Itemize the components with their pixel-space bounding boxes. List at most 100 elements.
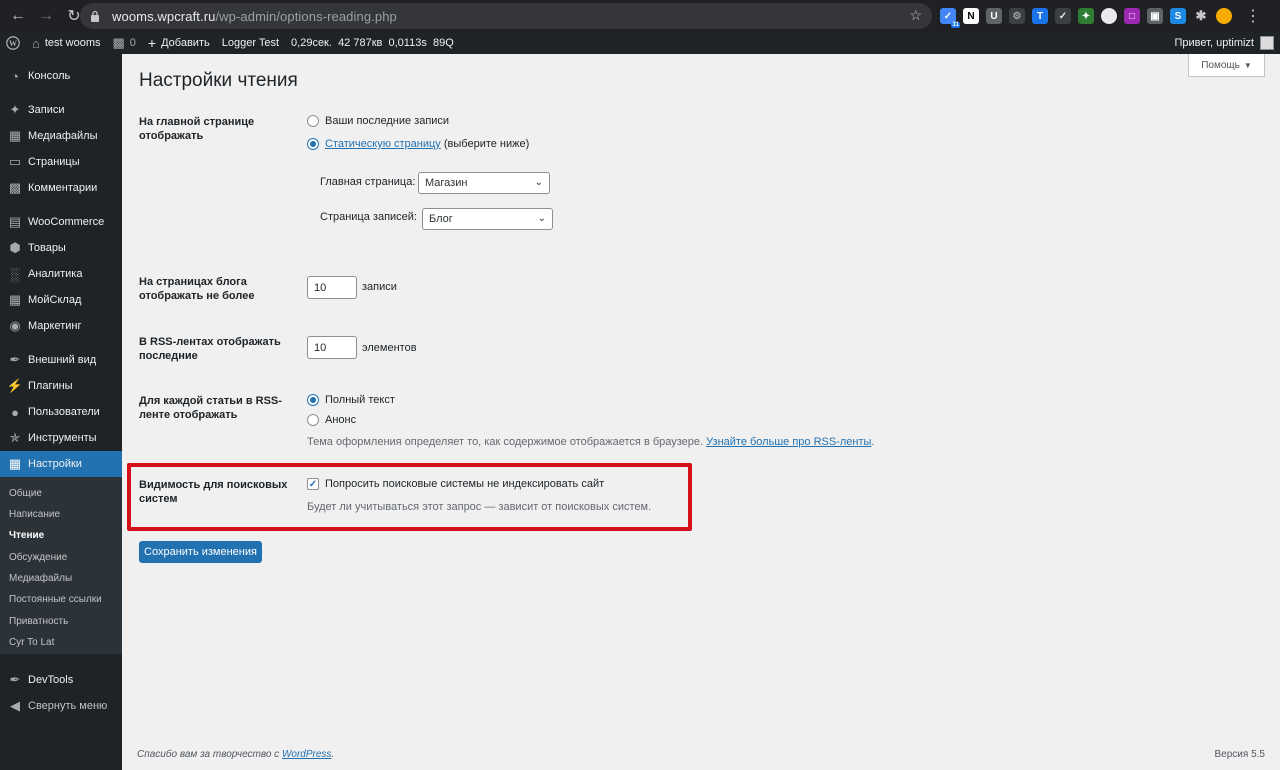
sidebar-item-moysklad[interactable]: ▦ МойСклад bbox=[0, 287, 122, 313]
rss-items-input[interactable]: 10 bbox=[307, 336, 357, 359]
grid-icon: ▦ bbox=[8, 292, 22, 307]
wp-admin-bar: W ⌂ test wooms ▩ 0 + Добавить Logger Test 0… bbox=[0, 32, 1280, 54]
puzzle-icon[interactable]: ✱ bbox=[1193, 8, 1209, 24]
submenu-general[interactable]: Общие bbox=[9, 488, 42, 499]
homepage-select[interactable]: Магазин ⌄ bbox=[418, 172, 550, 194]
latest-posts-label[interactable]: Ваши последние записи bbox=[325, 115, 449, 127]
sidebar-item-label: Плагины bbox=[28, 380, 73, 392]
static-page-link[interactable]: Статическую страницу bbox=[325, 138, 441, 150]
radio-full-text[interactable] bbox=[307, 394, 319, 406]
posts-per-page-input[interactable]: 10 bbox=[307, 276, 357, 299]
comments-link[interactable]: ▩ 0 bbox=[107, 32, 142, 54]
wrench-icon: ✯ bbox=[9, 430, 21, 445]
chevron-down-icon: ⌄ bbox=[537, 213, 546, 224]
browser-menu-icon[interactable]: ⋮ bbox=[1245, 6, 1261, 26]
save-changes-button[interactable]: Сохранить изменения bbox=[139, 541, 262, 563]
browser-toolbar: ← → ↻ wooms.wpcraft.ru/wp-admin/options-… bbox=[0, 0, 1280, 32]
woo-icon: ▤ bbox=[8, 214, 22, 229]
circle-extension-icon[interactable] bbox=[1101, 8, 1117, 24]
posts-page-select[interactable]: Блог ⌄ bbox=[422, 208, 553, 230]
visibility-note: Будет ли учитываться этот запрос — завис… bbox=[307, 501, 652, 513]
back-arrow-icon[interactable]: ← bbox=[6, 4, 30, 28]
sidebar-item-products[interactable]: ⬢ Товары bbox=[0, 235, 122, 261]
static-page-label[interactable]: Статическую страницу (выберите ниже) bbox=[325, 138, 529, 150]
excerpt-label[interactable]: Анонс bbox=[325, 414, 356, 426]
collapse-icon: ◀ bbox=[10, 698, 20, 713]
sidebar-item-dashboard[interactable]: ◔ Консоль bbox=[0, 63, 122, 89]
s-extension-icon[interactable]: S bbox=[1170, 8, 1186, 24]
extension-check-icon[interactable]: ✓ 31 bbox=[940, 8, 960, 28]
comment-bubble-icon: ▩ bbox=[112, 35, 125, 50]
notion-icon[interactable]: N bbox=[963, 8, 979, 24]
sidebar-item-label: Внешний вид bbox=[28, 354, 97, 366]
sidebar-item-plugins[interactable]: ⚡ Плагины bbox=[0, 373, 122, 399]
submenu-cyr-to-lat[interactable]: Cyr To Lat bbox=[9, 637, 54, 648]
forward-arrow-icon[interactable]: → bbox=[34, 4, 58, 28]
extension-badge: 31 bbox=[951, 22, 960, 28]
my-account-link[interactable]: Привет, uptimizt bbox=[1175, 32, 1274, 54]
rss-learn-more-link[interactable]: Узнайте больше про RSS-ленты bbox=[706, 436, 871, 448]
submenu-discussion[interactable]: Обсуждение bbox=[9, 552, 67, 563]
sidebar-item-pages[interactable]: ▭ Страницы bbox=[0, 149, 122, 175]
sidebar-item-label: Настройки bbox=[28, 458, 82, 470]
translate-icon[interactable]: T bbox=[1032, 8, 1048, 24]
window-extension-icon[interactable]: ▣ bbox=[1147, 8, 1163, 24]
submenu-writing[interactable]: Написание bbox=[9, 509, 60, 520]
logger-test-link[interactable]: Logger Test bbox=[216, 32, 285, 54]
admin-sidebar: ◔ Консоль ✦ Записи ▦ Медиафайлы ▭ Страницы ▩… bbox=[0, 54, 122, 770]
radio-static-page[interactable] bbox=[307, 138, 319, 150]
noindex-checkbox-label[interactable]: Попросить поисковые системы не индексиро… bbox=[325, 478, 604, 490]
submenu-media[interactable]: Медиафайлы bbox=[9, 573, 72, 584]
sidebar-item-settings[interactable]: ▦ Настройки bbox=[0, 451, 122, 477]
gear-extension-icon[interactable]: ⚙ bbox=[1009, 8, 1025, 24]
leaf-extension-icon[interactable]: ✦ bbox=[1078, 8, 1094, 24]
svg-text:W: W bbox=[9, 39, 17, 48]
sidebar-item-tools[interactable]: ✯ Инструменты bbox=[0, 425, 122, 451]
site-name-link[interactable]: ⌂ test wooms bbox=[26, 32, 107, 54]
sidebar-item-users[interactable]: ● Пользователи bbox=[0, 399, 122, 425]
wordpress-link[interactable]: WordPress bbox=[282, 749, 331, 760]
radio-excerpt[interactable] bbox=[307, 414, 319, 426]
url-text: wooms.wpcraft.ru/wp-admin/options-readin… bbox=[112, 8, 397, 24]
submenu-permalinks[interactable]: Постоянные ссылки bbox=[9, 594, 102, 605]
collapse-menu-button[interactable]: ◀ Свернуть меню bbox=[0, 693, 122, 719]
sidebar-item-devtools[interactable]: ✒ DevTools bbox=[0, 667, 122, 693]
help-label: Помощь bbox=[1201, 59, 1240, 71]
footer-thanks: Спасибо вам за творчество с WordPress. bbox=[137, 749, 334, 760]
pocket-icon[interactable]: ✓ bbox=[1055, 8, 1071, 24]
sidebar-item-marketing[interactable]: ◉ Маркетинг bbox=[0, 313, 122, 339]
site-name-label: test wooms bbox=[44, 37, 101, 49]
address-bar[interactable]: wooms.wpcraft.ru/wp-admin/options-readin… bbox=[80, 3, 932, 29]
rss-items-label: В RSS-лентах отображать последние bbox=[139, 336, 281, 362]
chart-icon: ░ bbox=[10, 266, 20, 282]
help-tab-button[interactable]: Помощь ▼ bbox=[1188, 54, 1265, 77]
add-new-link[interactable]: + Добавить bbox=[142, 32, 216, 54]
chat-extension-icon[interactable]: □ bbox=[1124, 8, 1140, 24]
noindex-checkbox[interactable]: ✓ bbox=[307, 478, 319, 490]
sidebar-item-comments[interactable]: ▩ Комментарии bbox=[0, 175, 122, 201]
sidebar-item-woocommerce[interactable]: ▤ WooCommerce bbox=[0, 209, 122, 235]
submenu-privacy[interactable]: Приватность bbox=[9, 616, 68, 627]
sidebar-item-analytics[interactable]: ░ Аналитика bbox=[0, 261, 122, 287]
rss-items-unit: элементов bbox=[362, 342, 417, 354]
dashboard-icon: ◔ bbox=[11, 68, 19, 84]
sidebar-item-label: Записи bbox=[28, 104, 65, 116]
lock-icon bbox=[90, 10, 102, 22]
add-new-label: Добавить bbox=[161, 37, 210, 49]
media-icon: ▦ bbox=[8, 128, 22, 143]
shield-extension-icon[interactable]: U bbox=[986, 8, 1002, 24]
wp-logo-icon[interactable]: W bbox=[0, 32, 26, 54]
sidebar-item-label: Товары bbox=[28, 242, 66, 254]
submenu-reading[interactable]: Чтение bbox=[9, 530, 44, 541]
sidebar-item-appearance[interactable]: ✒ Внешний вид bbox=[0, 347, 122, 373]
logger-label: Logger Test bbox=[221, 37, 280, 49]
posts-per-page-unit: записи bbox=[362, 281, 397, 293]
profile-avatar-icon[interactable] bbox=[1216, 8, 1232, 24]
sidebar-item-label: Инструменты bbox=[28, 432, 97, 444]
query-monitor-link[interactable]: 0,29сек. 42 787кв 0,0113s 89Q bbox=[285, 32, 460, 54]
sidebar-item-media[interactable]: ▦ Медиафайлы bbox=[0, 123, 122, 149]
full-text-label[interactable]: Полный текст bbox=[325, 394, 395, 406]
sidebar-item-posts[interactable]: ✦ Записи bbox=[0, 97, 122, 123]
radio-latest-posts[interactable] bbox=[307, 115, 319, 127]
bookmark-star-icon[interactable]: ☆ bbox=[909, 7, 922, 24]
